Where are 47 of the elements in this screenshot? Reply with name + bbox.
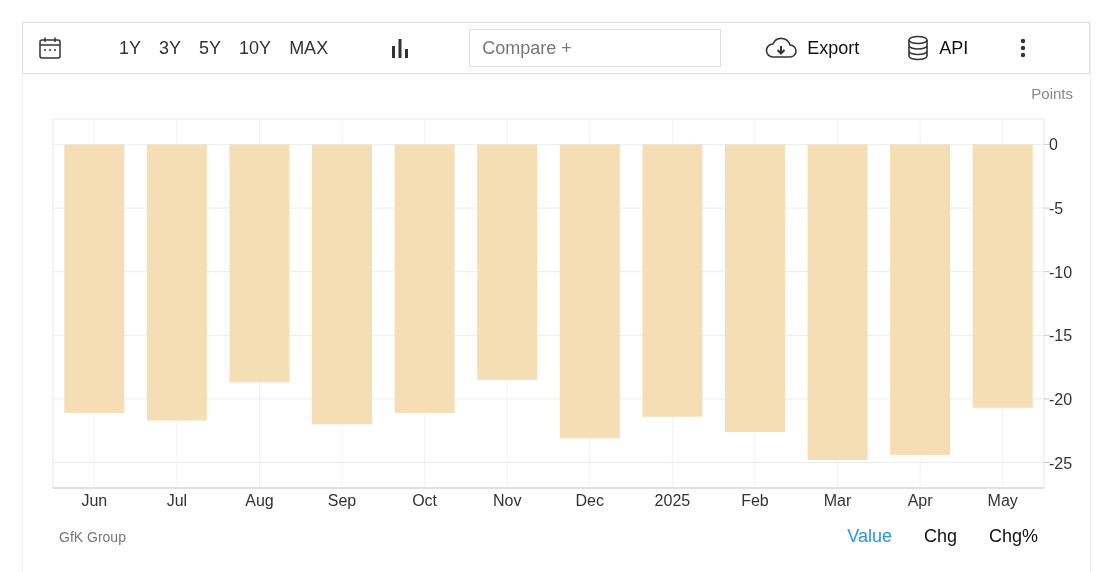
range-button[interactable]: MAX (282, 35, 336, 61)
bar[interactable] (890, 144, 951, 455)
x-tick-label: Dec (575, 492, 604, 509)
x-tick-label: Mar (823, 492, 852, 509)
export-button[interactable]: Export (761, 33, 864, 63)
x-tick-label: Jul (166, 492, 188, 509)
x-tick-label: May (987, 492, 1018, 509)
range-button[interactable]: 1Y (112, 35, 149, 61)
bar[interactable] (642, 144, 703, 417)
bar[interactable] (559, 144, 620, 439)
bar[interactable] (394, 144, 455, 413)
cloud-download-icon (765, 37, 798, 59)
compare-field[interactable]: Compare + (469, 29, 722, 67)
source-label: GfK Group (59, 528, 126, 545)
y-tick-label: 0 (1049, 136, 1058, 154)
x-tick-label: Sep (327, 492, 357, 509)
x-tick-label: Oct (412, 492, 438, 509)
bar[interactable] (64, 144, 125, 413)
x-tick-label: Jun (81, 492, 108, 509)
y-axis-label: Points (1031, 85, 1073, 102)
calendar-icon[interactable] (38, 36, 62, 60)
bar[interactable] (972, 144, 1033, 408)
view-tab[interactable]: Chg (911, 524, 969, 549)
database-icon (907, 35, 930, 61)
y-tick-label: -20 (1049, 390, 1073, 408)
y-tick-label: -25 (1049, 454, 1073, 472)
bar[interactable] (312, 144, 373, 425)
bar[interactable] (807, 144, 868, 460)
range-button[interactable]: 10Y (232, 35, 279, 61)
x-tick-label: Feb (741, 492, 769, 509)
bar[interactable] (229, 144, 290, 383)
x-tick-label: Apr (907, 492, 933, 509)
x-tick-label: Nov (493, 492, 522, 509)
bar-chart-icon[interactable] (391, 38, 410, 58)
y-tick-label: -10 (1049, 263, 1073, 281)
range-button[interactable]: 3Y (152, 35, 189, 61)
y-tick-label: -5 (1049, 200, 1064, 218)
bar[interactable] (477, 144, 538, 380)
range-button[interactable]: 5Y (192, 35, 229, 61)
y-tick-label: -15 (1049, 327, 1073, 345)
view-tab[interactable]: Chg% (976, 524, 1050, 549)
bar[interactable] (724, 144, 785, 432)
bar[interactable] (146, 144, 207, 421)
more-menu-icon[interactable] (1020, 38, 1027, 58)
x-tick-label: Aug (245, 492, 274, 509)
api-button[interactable]: API (903, 33, 973, 63)
x-tick-label: 2025 (654, 492, 691, 509)
